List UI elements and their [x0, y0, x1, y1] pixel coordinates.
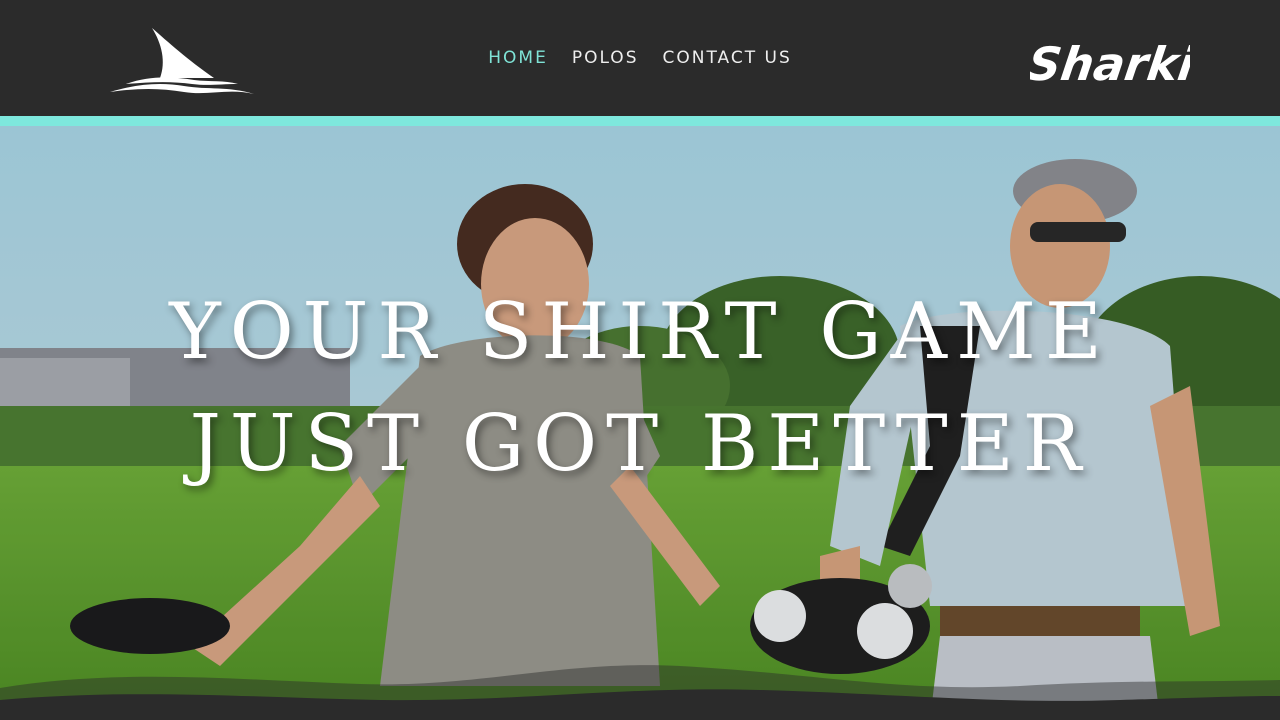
bottom-wave-divider [0, 665, 1280, 720]
hero-headline: YOUR SHIRT GAME JUST GOT BETTER [0, 276, 1280, 500]
nav-contact-link[interactable]: CONTACT US [662, 46, 791, 70]
brand-logo[interactable]: Sharkie [1030, 22, 1190, 98]
headline-line-1: YOUR SHIRT GAME [169, 287, 1111, 377]
brand-name: Sharkie [1030, 37, 1190, 91]
nav-home-link[interactable]: HOME [488, 46, 548, 70]
hero-section: YOUR SHIRT GAME JUST GOT BETTER [0, 126, 1280, 720]
accent-bar [0, 116, 1280, 126]
headline-line-2: JUST GOT BETTER [189, 399, 1091, 489]
nav-polos-link[interactable]: POLOS [572, 46, 639, 70]
site-header: HOME POLOS CONTACT US Sharkie [0, 0, 1280, 116]
